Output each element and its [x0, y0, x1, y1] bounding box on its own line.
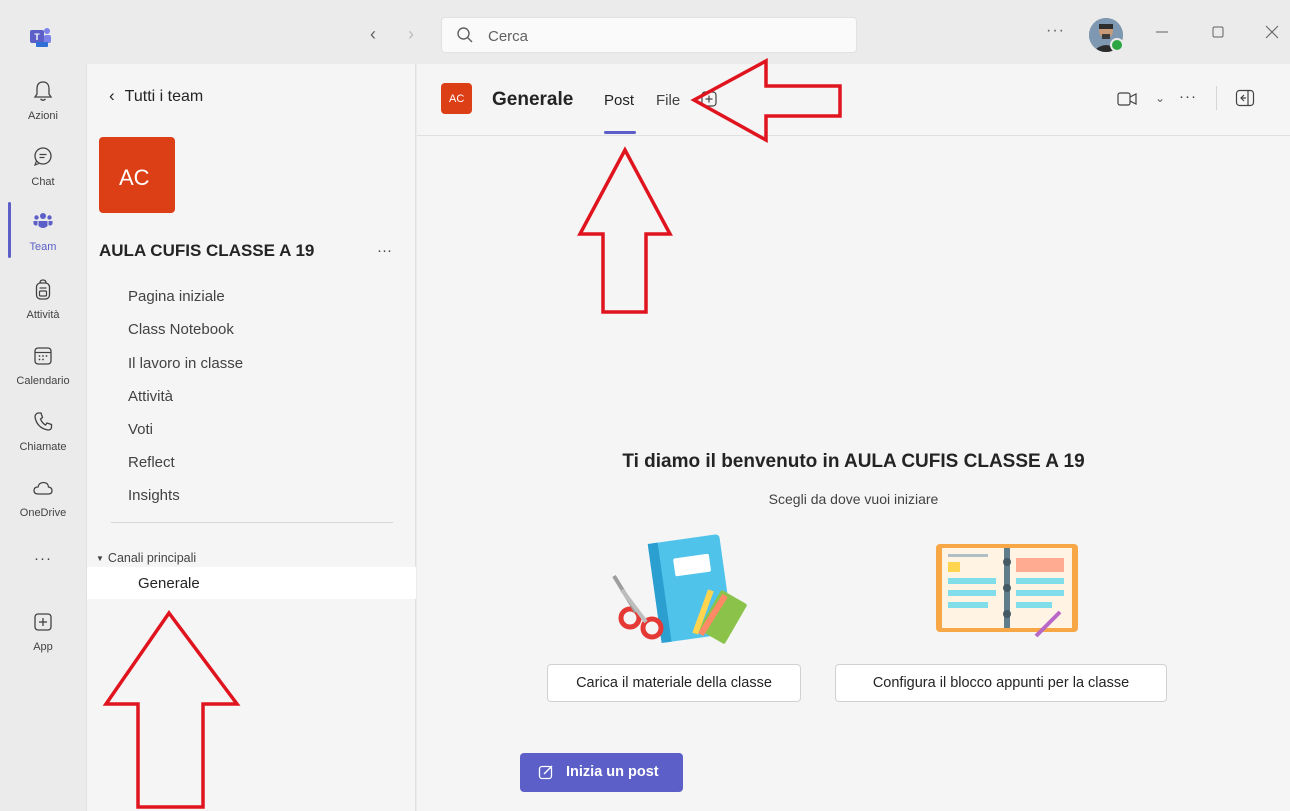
chevron-down-icon[interactable]: ⌄	[1155, 91, 1165, 105]
rail-label: App	[33, 641, 53, 653]
team-avatar-initials: AC	[119, 165, 150, 190]
search-box[interactable]: Cerca	[441, 17, 857, 53]
class-material-illustration-icon	[612, 534, 747, 644]
rail-item-onedrive[interactable]: OneDrive	[0, 471, 86, 531]
channels-section-header[interactable]: ▼ Canali principali	[96, 551, 196, 565]
welcome-subtitle: Scegli da dove vuoi iniziare	[768, 491, 939, 507]
menu-item-lavoro-in-classe[interactable]: Il lavoro in classe	[128, 355, 243, 372]
rail-label: Azioni	[28, 110, 58, 122]
rail-more-button[interactable]: ···	[0, 546, 86, 576]
channel-avatar: AC	[441, 83, 472, 114]
header-separator	[1216, 86, 1217, 110]
annotation-arrow-up-header-icon	[577, 146, 673, 314]
status-available-badge	[1110, 38, 1124, 52]
start-post-button[interactable]: Inizia un post	[520, 753, 683, 792]
video-call-icon[interactable]	[1117, 91, 1137, 107]
class-notebook-illustration-icon	[936, 544, 1078, 638]
team-name: AULA CUFIS CLASSE A 19	[99, 241, 315, 260]
title-bar: T ‹ › Cerca ···	[0, 0, 1290, 64]
tab-file[interactable]: File	[656, 92, 680, 109]
close-icon[interactable]	[1262, 22, 1282, 42]
channel-title: Generale	[492, 89, 574, 110]
team-more-options-icon[interactable]: ···	[377, 242, 392, 259]
back-nav-icon[interactable]: ‹	[370, 24, 376, 45]
search-icon	[457, 27, 473, 43]
channel-label: Generale	[138, 575, 200, 592]
team-icon	[33, 213, 53, 228]
menu-item-attivita[interactable]: Attività	[128, 388, 173, 405]
section-label: Canali principali	[107, 551, 197, 565]
chat-icon	[33, 147, 52, 167]
rail-item-team[interactable]: Team	[0, 205, 86, 265]
rail-item-azioni[interactable]: Azioni	[0, 74, 86, 134]
active-tab-indicator	[604, 131, 636, 134]
rail-label: Chiamate	[19, 441, 67, 453]
annotation-arrow-up-channel-icon	[103, 610, 241, 809]
rail-item-app[interactable]: App	[0, 605, 86, 665]
channel-avatar-initials: AC	[449, 93, 465, 105]
menu-item-pagina-iniziale[interactable]: Pagina iniziale	[128, 288, 225, 305]
phone-icon	[34, 412, 53, 431]
divider	[111, 522, 393, 523]
rail-item-chat[interactable]: Chat	[0, 140, 86, 200]
back-label: Tutti i team	[124, 88, 204, 105]
rail-label: OneDrive	[19, 507, 67, 519]
rail-item-attivita[interactable]: Attività	[0, 273, 86, 333]
forward-nav-icon[interactable]: ›	[408, 24, 414, 45]
welcome-title: Ti diamo il benvenuto in AULA CUFIS CLAS…	[622, 451, 1085, 472]
menu-item-insights[interactable]: Insights	[128, 487, 180, 504]
teams-logo-icon[interactable]: T	[30, 25, 52, 47]
rail-label: Team	[29, 241, 57, 253]
chevron-left-icon: ‹	[109, 86, 115, 105]
add-app-icon	[34, 613, 52, 631]
annotation-arrow-left-icon	[690, 58, 842, 143]
start-post-label: Inizia un post	[566, 764, 659, 780]
tab-post[interactable]: Post	[604, 92, 634, 109]
rail-label: Attività	[26, 309, 60, 321]
search-input[interactable]: Cerca	[488, 28, 528, 45]
menu-item-reflect[interactable]: Reflect	[128, 454, 175, 471]
channel-item-generale[interactable]: Generale	[87, 567, 416, 599]
menu-item-class-notebook[interactable]: Class Notebook	[128, 321, 234, 338]
rail-item-calendario[interactable]: Calendario	[0, 339, 86, 399]
cloud-icon	[33, 481, 53, 495]
backpack-icon	[35, 279, 51, 300]
app-rail: Azioni Chat Team Attività Calendario Chi…	[0, 64, 86, 811]
minimize-icon[interactable]	[1152, 22, 1172, 42]
maximize-icon[interactable]	[1208, 22, 1228, 42]
caret-down-icon: ▼	[96, 554, 104, 563]
bell-icon	[33, 81, 53, 101]
rail-item-chiamate[interactable]: Chiamate	[0, 405, 86, 465]
svg-text:T: T	[34, 32, 40, 42]
rail-label: Chat	[31, 176, 55, 188]
upload-class-material-button[interactable]: Carica il materiale della classe	[547, 664, 801, 702]
channel-header: AC Generale Post File ⌄ ···	[417, 64, 1290, 136]
open-side-panel-icon[interactable]	[1235, 89, 1255, 107]
more-options-icon: ···	[34, 550, 52, 567]
setup-class-notebook-button[interactable]: Configura il blocco appunti per la class…	[835, 664, 1167, 702]
header-more-options-icon[interactable]: ···	[1179, 88, 1197, 105]
compose-icon	[538, 765, 553, 780]
team-avatar: AC	[99, 137, 175, 213]
rail-label: Calendario	[16, 375, 70, 387]
main-content: AC Generale Post File ⌄ ··· Ti diamo il …	[417, 64, 1290, 811]
menu-item-voti[interactable]: Voti	[128, 421, 153, 438]
more-options-icon[interactable]: ···	[1046, 22, 1065, 40]
calendar-icon	[34, 347, 52, 365]
back-to-all-teams[interactable]: ‹ Tutti i team	[109, 86, 203, 106]
